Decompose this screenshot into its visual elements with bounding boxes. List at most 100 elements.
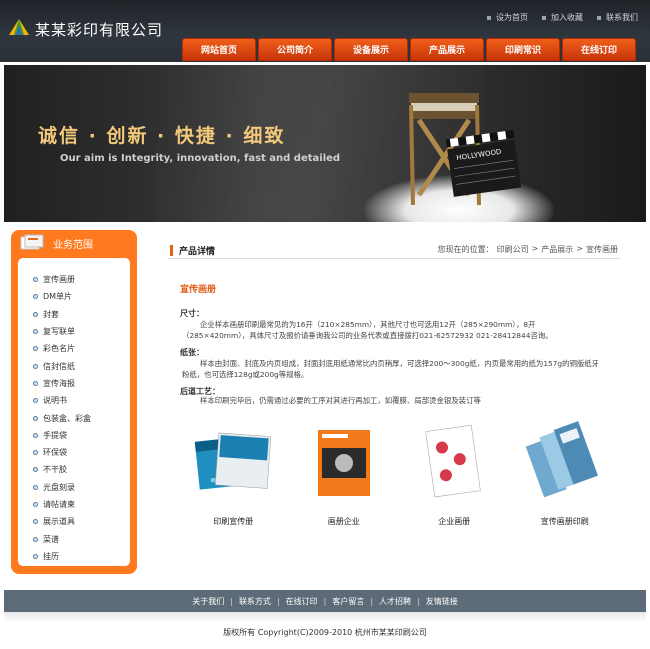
breadcrumb-separator: > <box>576 244 583 253</box>
bullet-icon <box>33 519 38 525</box>
contact-us-link[interactable]: 联系我们 <box>597 12 638 23</box>
footer-separator: | <box>323 596 327 606</box>
header: 某某彩印有限公司 设为首页 加入收藏 联系我们 网站首页 公司简介 设备展示 产… <box>0 0 650 62</box>
brand-name[interactable]: 某某彩印有限公司 <box>35 19 163 40</box>
bullet-icon <box>33 277 38 283</box>
sidebar-item-folder[interactable]: 封套 <box>33 306 91 323</box>
bullet-icon <box>33 432 38 438</box>
add-favorite-link[interactable]: 加入收藏 <box>542 12 583 23</box>
sidebar-item-business-card[interactable]: 彩色名片 <box>33 340 91 357</box>
product-card[interactable]: 宣传画册印刷 <box>510 420 621 527</box>
product-name: 宣传画册 <box>180 285 217 295</box>
product-label[interactable]: 印刷宣传册 <box>213 516 253 527</box>
footer-link-jobs[interactable]: 人才招聘 <box>379 596 411 607</box>
bullet-icon <box>487 15 491 20</box>
bullet-icon <box>33 450 38 456</box>
footer-link-contact[interactable]: 联系方式 <box>239 596 271 607</box>
brochure-image-icon[interactable] <box>187 420 279 502</box>
sidebar-item-calendar[interactable]: 挂历 <box>33 548 91 565</box>
post-process-text: 样本印刷完毕后，仍需通过必要的工序对其进行再加工，如覆膜、局部烫金银及装订等 <box>200 396 481 405</box>
nav-order[interactable]: 在线订印 <box>562 38 636 61</box>
sidebar-item-invitation[interactable]: 请帖请柬 <box>33 496 91 513</box>
nav-knowledge[interactable]: 印刷常识 <box>486 38 560 61</box>
footer-link-guestbook[interactable]: 客户留言 <box>332 596 364 607</box>
page-title: 产品详情 <box>179 247 216 257</box>
bullet-icon <box>33 329 38 335</box>
top-links: 设为首页 加入收藏 联系我们 <box>487 12 638 23</box>
bullet-icon <box>542 15 546 20</box>
breadcrumb-separator: > <box>531 244 539 253</box>
nav-home[interactable]: 网站首页 <box>182 38 256 61</box>
sidebar-item-cd-burning[interactable]: 光盘刻录 <box>33 479 91 496</box>
bullet-icon <box>597 15 601 20</box>
sidebar-item-manual[interactable]: 说明书 <box>33 392 91 409</box>
size-text: 企业样本画册印刷最常见的为16开（210×285mm），其他尺寸也可选用12开（… <box>182 320 553 340</box>
brochure-image-icon[interactable] <box>298 420 390 502</box>
breadcrumb-products[interactable]: 产品展示 <box>541 244 573 255</box>
footer-link-friends[interactable]: 友情链接 <box>426 596 458 607</box>
sidebar-item-poster[interactable]: 宣传海报 <box>33 375 91 392</box>
sidebar-item-envelope[interactable]: 信封信纸 <box>33 357 91 374</box>
sidebar-list: 宣传画册 DM单片 封套 复写联单 彩色名片 信封信纸 宣传海报 说明书 包装盒… <box>33 271 91 565</box>
footer-link-order[interactable]: 在线订印 <box>286 596 318 607</box>
banner-slogan-en: Our aim is Integrity, innovation, fast a… <box>60 153 341 164</box>
sidebar-item-carbonless-form[interactable]: 复写联单 <box>33 323 91 340</box>
bullet-icon <box>33 398 38 404</box>
bullet-icon <box>33 311 38 317</box>
sidebar-item-dm-flyer[interactable]: DM单片 <box>33 288 91 305</box>
breadcrumb-home[interactable]: 印刷公司 <box>497 244 529 255</box>
sidebar-item-brochure[interactable]: 宣传画册 <box>33 271 91 288</box>
sidebar-item-handbag[interactable]: 手提袋 <box>33 427 91 444</box>
title-divider <box>168 258 620 259</box>
paper-label: 纸张： <box>180 348 204 357</box>
sidebar-item-display-props[interactable]: 展示道具 <box>33 513 91 530</box>
brochure-image-icon[interactable] <box>408 420 500 502</box>
main-nav: 网站首页 公司简介 设备展示 产品展示 印刷常识 在线订印 <box>182 38 636 61</box>
nav-products[interactable]: 产品展示 <box>410 38 484 61</box>
footer-separator: | <box>417 596 420 606</box>
product-gallery: 印刷宣传册 画册企业 企业画册 宣传画册印刷 <box>178 420 620 527</box>
bullet-icon <box>33 415 38 421</box>
breadcrumb-current[interactable]: 宣传画册 <box>586 244 618 255</box>
product-card[interactable]: 企业画册 <box>399 420 510 527</box>
bullet-icon <box>33 484 38 490</box>
brochure-image-icon[interactable] <box>519 420 611 502</box>
set-homepage-link[interactable]: 设为首页 <box>487 12 528 23</box>
title-marker <box>170 245 173 256</box>
product-label[interactable]: 宣传画册印刷 <box>541 516 589 527</box>
footer-link-about[interactable]: 关于我们 <box>192 596 224 607</box>
footer-shadow <box>4 612 646 622</box>
banner-slogan: 诚信 · 创新 · 快捷 · 细致 <box>38 125 286 147</box>
breadcrumb-prefix: 您现在的位置： <box>437 245 494 254</box>
bullet-icon <box>33 380 38 386</box>
director-chair-icon: HOLLYWOOD <box>409 93 522 206</box>
nav-about[interactable]: 公司简介 <box>258 38 332 61</box>
sidebar-item-packaging[interactable]: 包装盒、彩盒 <box>33 409 91 426</box>
product-card[interactable]: 印刷宣传册 <box>178 420 289 527</box>
product-label[interactable]: 企业画册 <box>438 516 470 527</box>
product-label[interactable]: 画册企业 <box>328 516 360 527</box>
bullet-icon <box>33 536 38 542</box>
nav-equipment[interactable]: 设备展示 <box>334 38 408 61</box>
book-icon <box>20 234 44 250</box>
sidebar-item-eco-bag[interactable]: 环保袋 <box>33 444 91 461</box>
bullet-icon <box>33 502 38 507</box>
bullet-icon <box>33 553 38 559</box>
size-label: 尺寸： <box>180 309 204 318</box>
footer-separator: | <box>276 596 280 606</box>
sidebar-item-sticker[interactable]: 不干胶 <box>33 461 91 478</box>
logo-icon <box>9 19 29 35</box>
bullet-icon <box>33 346 38 352</box>
bullet-icon <box>33 467 38 473</box>
bullet-icon <box>33 363 38 369</box>
sidebar-header: 业务范围 <box>11 230 137 254</box>
footer-separator: | <box>230 596 233 606</box>
product-card[interactable]: 画册企业 <box>289 420 400 527</box>
footer-nav: 关于我们 | 联系方式 | 在线订印 | 客户留言 | 人才招聘 | 友情链接 <box>4 590 646 612</box>
sidebar-item-menu[interactable]: 菜谱 <box>33 530 91 547</box>
sidebar-title: 业务范围 <box>53 240 93 251</box>
footer-separator: | <box>370 596 374 606</box>
copyright: 版权所有 Copyright(C)2009-2010 杭州市某某印刷公司 <box>223 628 427 637</box>
banner: 诚信 · 创新 · 快捷 · 细致 Our aim is Integrity, … <box>4 65 646 222</box>
paper-text: 样本由封面、封底及内页组成，封面封底用纸通常比内页稍厚，可选择200～300g纸… <box>182 359 600 379</box>
